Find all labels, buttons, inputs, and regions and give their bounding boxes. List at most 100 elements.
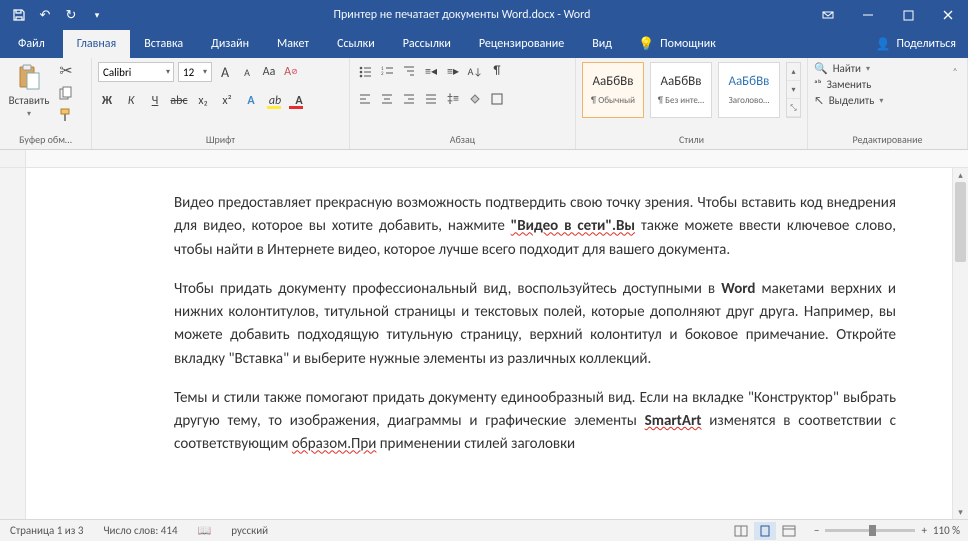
- ribbon-options-icon[interactable]: [808, 0, 848, 30]
- highlight-color-icon[interactable]: ab: [266, 92, 284, 110]
- justify-icon[interactable]: [422, 90, 440, 108]
- shrink-font-icon[interactable]: A: [238, 63, 256, 81]
- font-size-combo[interactable]: 12▾: [178, 62, 212, 82]
- numbering-icon[interactable]: 12: [378, 62, 396, 80]
- italic-button[interactable]: К: [122, 92, 140, 110]
- document-page[interactable]: Видео предоставляет прекрасную возможнос…: [26, 168, 952, 519]
- vertical-scrollbar[interactable]: ▴ ▾: [952, 168, 968, 519]
- borders-icon[interactable]: [488, 90, 506, 108]
- font-name-combo[interactable]: Calibri▾: [98, 62, 174, 82]
- paragraph-3[interactable]: Темы и стили также помогают придать доку…: [174, 387, 896, 457]
- group-editing: 🔍Найти▾ ᵃᵇЗаменить ↖Выделить▾ Редактиров…: [808, 58, 968, 149]
- superscript-button[interactable]: x²: [218, 92, 236, 110]
- close-icon[interactable]: [928, 0, 968, 30]
- font-color-icon[interactable]: A: [290, 92, 308, 110]
- zoom-slider[interactable]: [825, 529, 915, 532]
- bold-button[interactable]: Ж: [98, 92, 116, 110]
- sort-icon[interactable]: A↓: [466, 62, 484, 80]
- tab-design[interactable]: Дизайн: [197, 30, 263, 58]
- tell-me[interactable]: 💡Помощник: [626, 30, 728, 58]
- group-font-label: Шрифт: [98, 131, 343, 147]
- share-icon: 👤: [876, 37, 891, 52]
- redo-icon[interactable]: ↻: [60, 4, 82, 26]
- minimize-icon[interactable]: [848, 0, 888, 30]
- align-left-icon[interactable]: [356, 90, 374, 108]
- styles-gallery-scroll[interactable]: ▴▾⤡: [786, 62, 801, 118]
- paragraph-2[interactable]: Чтобы придать документу профессиональный…: [174, 278, 896, 371]
- show-marks-icon[interactable]: ¶: [488, 62, 506, 80]
- select-button[interactable]: ↖Выделить▾: [814, 94, 883, 107]
- scroll-down-icon[interactable]: ▾: [953, 505, 968, 519]
- group-styles: АаБбВв ¶ Обычный АаБбВв ¶ Без инте… АаБб…: [576, 58, 808, 149]
- tab-insert[interactable]: Вставка: [130, 30, 197, 58]
- align-right-icon[interactable]: [400, 90, 418, 108]
- ruler[interactable]: [0, 150, 968, 168]
- subscript-button[interactable]: x₂: [194, 92, 212, 110]
- qat-dropdown-icon[interactable]: ▾: [86, 4, 108, 26]
- zoom-controls: − + 110 %: [806, 524, 968, 537]
- underline-button[interactable]: Ч: [146, 92, 164, 110]
- increase-indent-icon[interactable]: ≡▸: [444, 62, 462, 80]
- replace-icon: ᵃᵇ: [814, 78, 822, 91]
- group-clipboard: Вставить ▾ ✂ Буфер обм…: [0, 58, 92, 149]
- window-controls: [808, 0, 968, 30]
- align-center-icon[interactable]: [378, 90, 396, 108]
- search-icon: 🔍: [814, 62, 828, 75]
- decrease-indent-icon[interactable]: ≡◂: [422, 62, 440, 80]
- style-normal[interactable]: АаБбВв ¶ Обычный: [582, 62, 644, 118]
- tab-view[interactable]: Вид: [578, 30, 626, 58]
- grow-font-icon[interactable]: A: [216, 63, 234, 81]
- scroll-up-icon[interactable]: ▴: [953, 168, 968, 182]
- status-bar: Страница 1 из 3 Число слов: 414 📖 русски…: [0, 519, 968, 541]
- read-mode-icon[interactable]: [730, 522, 752, 540]
- bullets-icon[interactable]: [356, 62, 374, 80]
- find-button[interactable]: 🔍Найти▾: [814, 62, 883, 75]
- cut-icon[interactable]: ✂: [56, 62, 76, 80]
- shading-icon[interactable]: [466, 90, 484, 108]
- style-heading1[interactable]: АаБбВв Заголово…: [718, 62, 780, 118]
- clear-formatting-icon[interactable]: A⊘: [282, 63, 300, 81]
- maximize-icon[interactable]: [888, 0, 928, 30]
- strikethrough-button[interactable]: abc: [170, 92, 188, 110]
- ribbon: ˄ Вставить ▾ ✂ Буфер обм… Calibri▾ 12▾ A…: [0, 58, 968, 150]
- status-language[interactable]: русский: [221, 524, 278, 537]
- group-paragraph: 12 ≡◂ ≡▸ A↓ ¶ ‡≡ Абзац: [350, 58, 576, 149]
- paragraph-1[interactable]: Видео предоставляет прекрасную возможнос…: [174, 192, 896, 262]
- tab-home[interactable]: Главная: [63, 30, 130, 58]
- status-spellcheck-icon[interactable]: 📖: [188, 524, 222, 537]
- tab-references[interactable]: Ссылки: [323, 30, 389, 58]
- print-layout-icon[interactable]: [754, 522, 776, 540]
- zoom-out-button[interactable]: −: [814, 524, 819, 537]
- change-case-icon[interactable]: Aa: [260, 63, 278, 81]
- undo-icon[interactable]: ↶: [34, 4, 56, 26]
- tab-review[interactable]: Рецензирование: [465, 30, 578, 58]
- style-no-spacing[interactable]: АаБбВв ¶ Без инте…: [650, 62, 712, 118]
- multilevel-list-icon[interactable]: [400, 62, 418, 80]
- tab-mailings[interactable]: Рассылки: [389, 30, 465, 58]
- web-layout-icon[interactable]: [778, 522, 800, 540]
- zoom-level[interactable]: 110 %: [933, 524, 960, 537]
- group-styles-label: Стили: [582, 131, 801, 147]
- format-painter-icon[interactable]: [56, 106, 76, 124]
- zoom-in-button[interactable]: +: [921, 524, 926, 537]
- save-icon[interactable]: [8, 4, 30, 26]
- share-button[interactable]: 👤Поделиться: [864, 30, 968, 58]
- tab-layout[interactable]: Макет: [263, 30, 323, 58]
- document-area: Видео предоставляет прекрасную возможнос…: [0, 168, 968, 519]
- line-spacing-icon[interactable]: ‡≡: [444, 90, 462, 108]
- vertical-ruler[interactable]: [0, 168, 26, 519]
- view-buttons: [724, 522, 806, 540]
- copy-icon[interactable]: [56, 84, 76, 102]
- paste-icon: [15, 62, 43, 92]
- replace-button[interactable]: ᵃᵇЗаменить: [814, 78, 883, 91]
- paste-button[interactable]: Вставить ▾: [6, 62, 52, 119]
- window-title: Принтер не печатает документы Word.docx …: [116, 8, 808, 22]
- text-effects-icon[interactable]: A: [242, 92, 260, 110]
- scroll-thumb[interactable]: [955, 182, 966, 262]
- group-font: Calibri▾ 12▾ A A Aa A⊘ Ж К Ч abc x₂ x² A…: [92, 58, 350, 149]
- tab-file[interactable]: Файл: [0, 30, 63, 58]
- group-clipboard-label: Буфер обм…: [6, 131, 85, 147]
- status-word-count[interactable]: Число слов: 414: [93, 524, 187, 537]
- collapse-ribbon-icon[interactable]: ˄: [946, 62, 964, 80]
- status-page[interactable]: Страница 1 из 3: [0, 524, 93, 537]
